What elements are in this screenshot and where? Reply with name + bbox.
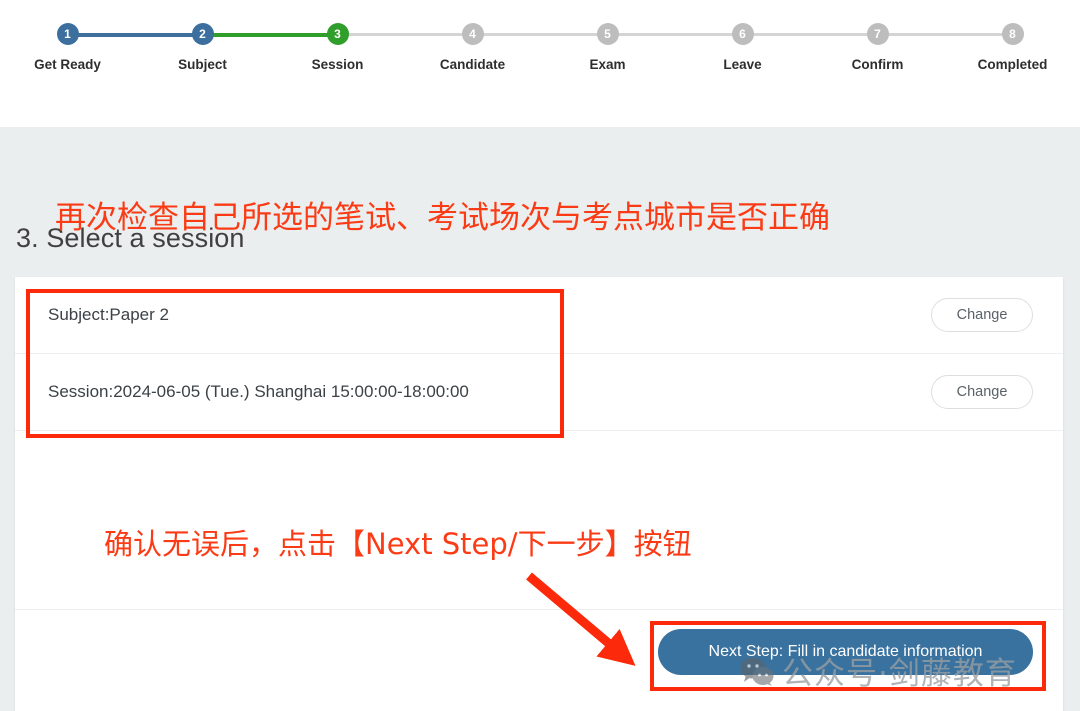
stepper-item-completed[interactable]: 8 Completed <box>945 0 1080 72</box>
annotation-click-note: 确认无误后，点击【Next Step/下一步】按钮 <box>104 527 692 561</box>
stepper-circle: 2 <box>191 23 214 45</box>
stepper-label: Get Ready <box>34 57 101 72</box>
stepper-connector <box>742 33 878 36</box>
change-session-button[interactable]: Change <box>931 375 1033 409</box>
stepper-connector <box>877 33 1013 36</box>
progress-stepper: 1 Get Ready 2 Subject 3 Session 4 Candidate 5 Exa… <box>0 0 1080 100</box>
stepper-label: Completed <box>977 57 1048 72</box>
stepper-circle: 5 <box>596 23 619 45</box>
session-card: Subject:Paper 2 Change Session:2024-06-0… <box>15 277 1063 711</box>
table-row-subject: Subject:Paper 2 Change <box>15 277 1063 354</box>
stepper-circle: 8 <box>1001 23 1024 45</box>
stepper-connector <box>607 33 743 36</box>
stepper-item-confirm[interactable]: 7 Confirm <box>810 0 1013 72</box>
subject-value: Subject:Paper 2 <box>48 305 169 324</box>
stepper-item-candidate[interactable]: 4 Candidate <box>405 0 608 72</box>
stepper-label: Confirm <box>851 57 904 72</box>
stepper-circle: 6 <box>731 23 754 45</box>
session-value: Session:2024-06-05 (Tue.) Shanghai 15:00… <box>48 382 469 401</box>
stepper-connector <box>337 33 473 36</box>
stepper-connector <box>202 32 338 37</box>
stepper-label: Exam <box>589 57 626 72</box>
stepper-label: Leave <box>723 57 762 72</box>
stepper-connector <box>472 33 608 36</box>
stepper-label: Session <box>311 57 364 72</box>
stepper-circle: 3 <box>326 23 349 45</box>
stepper-circle: 7 <box>866 23 889 45</box>
stepper-item-exam[interactable]: 5 Exam <box>540 0 743 72</box>
stepper-item-leave[interactable]: 6 Leave <box>675 0 878 72</box>
card-footer: Next Step: Fill in candidate information <box>15 610 1063 694</box>
page-root: 1 Get Ready 2 Subject 3 Session 4 Candidate 5 Exa… <box>0 0 1080 711</box>
stepper-item-get-ready[interactable]: 1 Get Ready <box>0 0 203 72</box>
stepper-circle: 1 <box>56 23 79 45</box>
stepper-label: Candidate <box>439 57 506 72</box>
table-row-session: Session:2024-06-05 (Tue.) Shanghai 15:00… <box>15 354 1063 431</box>
stepper-label: Subject <box>178 57 227 72</box>
stepper-connector <box>67 32 203 37</box>
annotation-check-note: 再次检查自己所选的笔试、考试场次与考点城市是否正确 <box>55 200 830 236</box>
change-subject-button[interactable]: Change <box>931 298 1033 332</box>
next-step-button[interactable]: Next Step: Fill in candidate information <box>658 629 1033 675</box>
stepper-circle: 4 <box>461 23 484 45</box>
header-band: 1 Get Ready 2 Subject 3 Session 4 Candidate 5 Exa… <box>0 0 1080 127</box>
